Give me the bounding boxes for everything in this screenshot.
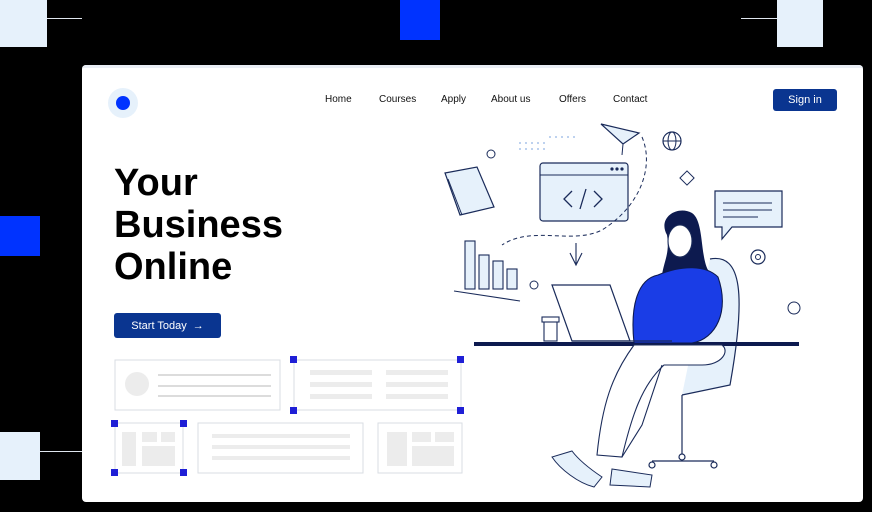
wireframe-layer	[111, 123, 801, 488]
arrow-down-icon	[569, 243, 583, 267]
bubble-decoration	[529, 280, 539, 290]
wireframe-card-selected	[290, 356, 464, 414]
code-window-icon	[539, 162, 629, 222]
guide-tick	[47, 18, 82, 19]
coffee-cup-icon	[541, 316, 560, 342]
wireframe-card-gallery	[377, 422, 463, 474]
person-working	[551, 210, 726, 488]
corner-square-top-left	[0, 0, 47, 47]
guide-tick	[40, 451, 82, 452]
blue-square-left	[0, 216, 40, 256]
corner-square-bottom-left	[0, 432, 40, 480]
chat-bubble-icon	[714, 190, 783, 241]
corner-square-top-right	[777, 0, 823, 47]
globe-icon	[662, 131, 682, 151]
book-icon	[444, 166, 495, 216]
dot-grid	[519, 136, 575, 150]
blue-square-top	[400, 0, 440, 40]
wireframe-card-profile	[114, 359, 281, 411]
bubble-decoration	[787, 301, 801, 315]
browser-window: Home Courses Apply About us Offers Conta…	[82, 65, 863, 502]
guide-tick	[741, 18, 777, 19]
bar-chart-icon	[453, 240, 521, 302]
bubble-decoration	[486, 149, 496, 159]
wireframe-card-text	[197, 422, 364, 474]
diamond-decoration	[679, 170, 695, 186]
wireframe-card-image	[111, 420, 187, 476]
gear-icon	[750, 249, 766, 265]
illustration-work-online	[444, 123, 801, 488]
paper-plane-icon	[600, 123, 641, 156]
